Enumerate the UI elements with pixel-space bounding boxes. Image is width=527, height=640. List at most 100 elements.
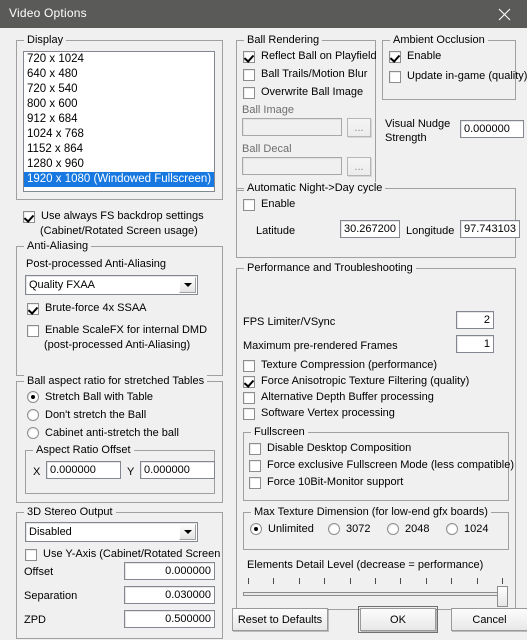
radio-max-texture-1024[interactable]: 1024 (446, 523, 488, 535)
detail-level-slider[interactable] (243, 578, 508, 608)
dialog-client-area: Display 720 x 1024 640 x 480 720 x 540 8… (0, 28, 527, 640)
visual-nudge-input[interactable]: 0.000000 (460, 120, 524, 138)
checkbox-box (243, 392, 255, 404)
longitude-input[interactable]: 97.743103 (460, 220, 520, 238)
chevron-down-icon[interactable] (179, 277, 196, 293)
checkbox-box (249, 460, 261, 472)
radio-max-texture-2048[interactable]: 2048 (387, 523, 429, 535)
radio-max-texture-unlimited[interactable]: Unlimited (250, 523, 314, 535)
prerendered-frames-value: 1 (483, 337, 490, 350)
stereo-separation-label: Separation (24, 590, 78, 602)
list-item-selected[interactable]: 1920 x 1080 (Windowed Fullscreen) (24, 172, 214, 187)
radio-max-texture-3072[interactable]: 3072 (328, 523, 370, 535)
texture-compression-checkbox[interactable]: Texture Compression (performance) (243, 359, 437, 372)
anisotropic-filtering-label: Force Anisotropic Texture Filtering (qua… (261, 375, 470, 387)
visual-nudge-label-line2: Strength (385, 132, 427, 144)
longitude-label: Longitude (406, 225, 455, 237)
stereo-offset-value: 0.000000 (165, 564, 211, 577)
overwrite-ball-image-checkbox[interactable]: Overwrite Ball Image (243, 86, 363, 99)
checkbox-box (389, 71, 401, 83)
checkbox-box (249, 443, 261, 455)
checkbox-box (243, 199, 255, 211)
stereo-separation-value: 0.030000 (165, 588, 211, 601)
radio-dot (446, 523, 458, 535)
ao-update-ingame-label: Update in-game (quality) (407, 70, 527, 82)
texture-compression-label: Texture Compression (performance) (261, 359, 438, 371)
ball-decal-input[interactable] (242, 157, 342, 175)
latitude-value: 30.267200 (344, 222, 396, 235)
close-icon[interactable] (482, 0, 527, 28)
list-item[interactable]: 640 x 480 (24, 67, 214, 82)
fps-limiter-input[interactable]: 2 (456, 311, 494, 329)
checkbox-box (243, 51, 255, 63)
force-10bit-monitor-checkbox[interactable]: Force 10Bit-Monitor support (249, 476, 403, 489)
night-day-enable-label: Enable (261, 198, 296, 210)
window-title: Video Options (9, 6, 87, 20)
longitude-value: 97.743103 (464, 222, 516, 235)
radio-stretch-ball-with-table[interactable]: Stretch Ball with Table (27, 391, 153, 403)
resolution-listbox[interactable]: 720 x 1024 640 x 480 720 x 540 800 x 600… (23, 51, 215, 192)
ball-image-input[interactable] (242, 118, 342, 136)
alt-depth-buffer-checkbox[interactable]: Alternative Depth Buffer processing (243, 391, 434, 404)
slider-thumb[interactable] (497, 586, 508, 607)
scalefx-checkbox[interactable]: Enable ScaleFX for internal DMD (27, 324, 207, 337)
list-item[interactable]: 1024 x 768 (24, 127, 214, 142)
latitude-input[interactable]: 30.267200 (340, 220, 400, 238)
night-day-enable-checkbox[interactable]: Enable (243, 198, 295, 211)
software-vertex-checkbox[interactable]: Software Vertex processing (243, 407, 395, 420)
reset-to-defaults-button[interactable]: Reset to Defaults (232, 608, 328, 631)
post-aa-combobox[interactable]: Quality FXAA (25, 275, 198, 295)
aspect-offset-y-value: 0.000000 (144, 463, 190, 476)
stereo-separation-input[interactable]: 0.030000 (124, 586, 215, 604)
disable-desktop-composition-checkbox[interactable]: Disable Desktop Composition (249, 442, 411, 455)
aspect-offset-y-label: Y (127, 466, 135, 478)
fs-backdrop-sublabel: (Cabinet/Rotated Screen usage) (40, 225, 198, 237)
overwrite-ball-image-label: Overwrite Ball Image (261, 86, 364, 98)
performance-group-legend: Performance and Troubleshooting (244, 262, 416, 274)
aspect-offset-x-input[interactable]: 0.000000 (46, 461, 121, 479)
force-10bit-monitor-label: Force 10Bit-Monitor support (267, 476, 404, 488)
list-item[interactable]: 720 x 540 (24, 82, 214, 97)
radio-cabinet-anti-stretch[interactable]: Cabinet anti-stretch the ball (27, 427, 179, 439)
use-y-axis-checkbox[interactable]: Use Y-Axis (Cabinet/Rotated Screen (25, 548, 220, 561)
ok-button[interactable]: OK (358, 606, 438, 633)
stereo-mode-value: Disabled (29, 526, 72, 538)
aspect-offset-y-input[interactable]: 0.000000 (140, 461, 215, 479)
stereo-mode-combobox[interactable]: Disabled (25, 522, 198, 542)
list-item[interactable]: 912 x 684 (24, 112, 214, 127)
brute-force-ssaa-checkbox[interactable]: Brute-force 4x SSAA (27, 302, 147, 315)
title-bar: Video Options (0, 0, 527, 28)
reflect-ball-checkbox[interactable]: Reflect Ball on Playfield (243, 50, 377, 63)
scalefx-sublabel: (post-processed Anti-Aliasing) (44, 339, 191, 351)
fs-backdrop-checkbox[interactable]: Use always FS backdrop settings (23, 210, 204, 223)
anisotropic-filtering-checkbox[interactable]: Force Anisotropic Texture Filtering (qua… (243, 375, 469, 388)
prerendered-frames-input[interactable]: 1 (456, 335, 494, 353)
use-y-axis-label: Use Y-Axis (Cabinet/Rotated Screen (43, 548, 221, 560)
ball-decal-browse-button[interactable]: ... (347, 157, 371, 176)
radio-label: Unlimited (268, 523, 314, 535)
chevron-down-icon[interactable] (179, 524, 196, 540)
post-aa-value: Quality FXAA (29, 279, 96, 291)
checkbox-box (243, 408, 255, 420)
cancel-button[interactable]: Cancel (451, 608, 527, 631)
list-item[interactable]: 1152 x 864 (24, 142, 214, 157)
stereo-offset-input[interactable]: 0.000000 (124, 562, 215, 580)
list-item[interactable]: 1280 x 960 (24, 157, 214, 172)
ball-decal-browse-label: ... (354, 160, 364, 173)
force-exclusive-fullscreen-checkbox[interactable]: Force exclusive Fullscreen Mode (less co… (249, 459, 514, 472)
radio-label: 2048 (405, 523, 430, 535)
stereo-zpd-input[interactable]: 0.500000 (124, 610, 215, 628)
fullscreen-group-legend: Fullscreen (251, 426, 308, 438)
slider-track[interactable] (243, 592, 508, 596)
prerendered-frames-label: Maximum pre-rendered Frames (243, 340, 398, 352)
list-item[interactable]: 800 x 600 (24, 97, 214, 112)
ball-image-browse-button[interactable]: ... (347, 118, 371, 137)
list-item[interactable]: 720 x 1024 (24, 52, 214, 67)
ao-enable-checkbox[interactable]: Enable (389, 50, 441, 63)
aspect-ratio-offset-legend: Aspect Ratio Offset (33, 444, 134, 456)
ao-enable-label: Enable (407, 50, 442, 62)
radio-dont-stretch-ball[interactable]: Don't stretch the Ball (27, 409, 146, 421)
ao-update-ingame-checkbox[interactable]: Update in-game (quality) (389, 70, 527, 83)
slider-ticks (243, 578, 508, 586)
ball-trails-checkbox[interactable]: Ball Trails/Motion Blur (243, 68, 367, 81)
